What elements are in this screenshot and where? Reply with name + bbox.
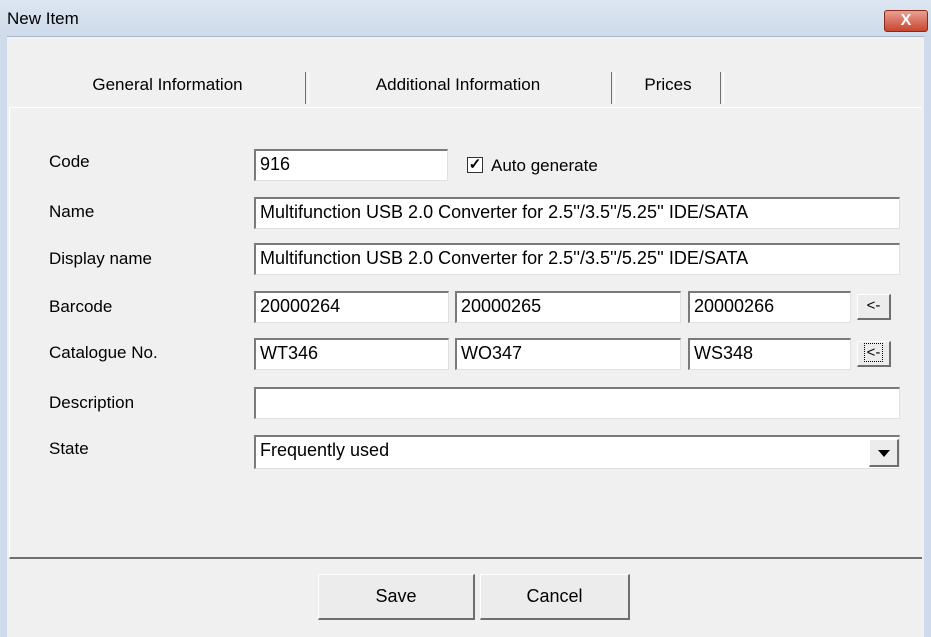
tab-separator: [305, 72, 309, 104]
tab-panel-general: [9, 107, 922, 559]
catalogue-field-1[interactable]: WT346: [254, 338, 449, 370]
name-label: Name: [49, 202, 95, 221]
state-dropdown-button[interactable]: [869, 439, 899, 467]
barcode-field-3[interactable]: 20000266: [688, 291, 851, 323]
catalogue-label: Catalogue No.: [49, 343, 158, 362]
description-field[interactable]: [254, 387, 900, 419]
barcode-fill-button[interactable]: <-: [857, 294, 891, 320]
window-frame-left: [0, 36, 7, 637]
tab-label: Prices: [644, 75, 692, 94]
close-icon: X: [900, 12, 912, 29]
window-title: New Item: [7, 9, 79, 28]
title-bar: New Item X: [0, 0, 931, 37]
auto-generate-checkbox[interactable]: ✓: [467, 157, 483, 173]
state-value: Frequently used: [260, 440, 390, 460]
tab-prices[interactable]: Prices: [625, 72, 711, 98]
tab-general-information[interactable]: General Information: [55, 72, 280, 98]
tab-additional-information[interactable]: Additional Information: [318, 72, 598, 98]
tab-label: General Information: [92, 75, 243, 94]
close-button[interactable]: X: [884, 10, 928, 32]
display-name-label: Display name: [49, 249, 152, 268]
auto-generate-label: Auto generate: [491, 156, 598, 175]
tab-separator: [611, 72, 615, 104]
code-field[interactable]: 916: [254, 149, 448, 181]
catalogue-field-3[interactable]: WS348: [688, 338, 851, 370]
catalogue-field-2[interactable]: WO347: [455, 338, 681, 370]
barcode-label: Barcode: [49, 297, 113, 316]
state-select[interactable]: Frequently used: [254, 435, 900, 469]
barcode-field-1[interactable]: 20000264: [254, 291, 449, 323]
tab-separator: [720, 72, 724, 104]
display-name-field[interactable]: Multifunction USB 2.0 Converter for 2.5'…: [254, 243, 900, 275]
save-button[interactable]: Save: [318, 574, 475, 620]
catalogue-fill-button[interactable]: <-: [857, 341, 891, 367]
cancel-button[interactable]: Cancel: [480, 574, 630, 620]
description-label: Description: [49, 393, 135, 412]
tab-label: Additional Information: [375, 75, 541, 94]
chevron-down-icon: [878, 450, 890, 457]
barcode-fill-button-label: <-: [866, 297, 881, 314]
code-label: Code: [49, 152, 90, 171]
window-frame-right: [924, 36, 931, 637]
name-field[interactable]: Multifunction USB 2.0 Converter for 2.5'…: [254, 197, 900, 229]
state-label: State: [49, 439, 89, 458]
barcode-field-2[interactable]: 20000265: [455, 291, 681, 323]
catalogue-fill-button-label: <-: [863, 343, 884, 362]
checkmark-icon: ✓: [468, 156, 482, 173]
